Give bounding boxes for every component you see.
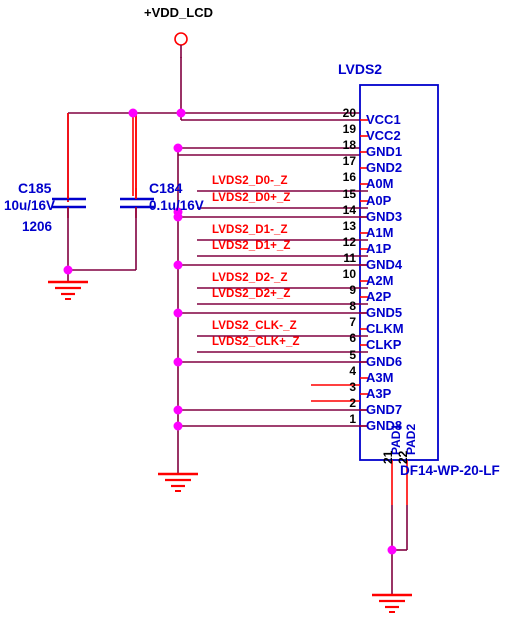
junction-dot-pin-8 xyxy=(173,308,183,318)
pad-number-22: 22 xyxy=(396,450,410,464)
pin-name-A0M: A0M xyxy=(366,176,394,191)
pin-number-17: 17 xyxy=(342,154,356,168)
c185-value: 10u/16V xyxy=(4,198,56,213)
schematic-sheet: +VDD_LCD C185 10u/16V 1206 C184 0.1u/16V… xyxy=(0,0,514,631)
pin-number-10: 10 xyxy=(342,267,356,281)
pin-number-3: 3 xyxy=(349,380,356,394)
pin-name-A3M: A3M xyxy=(366,370,394,385)
pin-number-14: 14 xyxy=(342,203,356,217)
pin-name-VCC2: VCC2 xyxy=(366,128,401,143)
ground-symbol-caps xyxy=(48,280,88,300)
pin-name-A3P: A3P xyxy=(366,386,392,401)
net-label-9: LVDS2_D2+_Z xyxy=(212,288,291,300)
pin-number-9: 9 xyxy=(349,283,356,297)
pin-name-GND7: GND7 xyxy=(366,402,403,417)
schematic-canvas xyxy=(48,32,439,613)
pin-number-4: 4 xyxy=(349,364,356,378)
net-label-6: LVDS2_CLK+_Z xyxy=(212,336,300,348)
pin-name-A1M: A1M xyxy=(366,225,394,240)
pin-number-1: 1 xyxy=(349,412,356,426)
junction-dot-pads xyxy=(387,545,397,555)
junction-dot-c185-vdd xyxy=(128,108,138,118)
pin-name-GND4: GND4 xyxy=(366,257,403,272)
c185-designator: C185 xyxy=(18,180,52,196)
pin-number-19: 19 xyxy=(342,122,356,136)
pad-number-21: 21 xyxy=(381,450,395,464)
net-label-15: LVDS2_D0+_Z xyxy=(212,192,291,204)
junction-dot-pin-1 xyxy=(173,421,183,431)
junction-dot-vdd-trunk xyxy=(176,108,186,118)
power-net-label: +VDD_LCD xyxy=(144,5,213,20)
pad-pin-lines xyxy=(391,460,408,595)
pin-number-11: 11 xyxy=(343,251,356,265)
pin-name-GND6: GND6 xyxy=(366,354,403,369)
pin-number-15: 15 xyxy=(342,187,356,201)
pin-name-VCC1: VCC1 xyxy=(366,112,401,127)
pin-number-7: 7 xyxy=(349,315,356,329)
net-label-16: LVDS2_D0-_Z xyxy=(212,175,288,187)
power-port-vdd-lcd xyxy=(174,32,188,58)
pin-name-GND2: GND2 xyxy=(366,160,403,175)
pin-name-A1P: A1P xyxy=(366,241,392,256)
pin-number-13: 13 xyxy=(342,219,356,233)
pin-number-16: 16 xyxy=(342,170,356,184)
pin-name-A2P: A2P xyxy=(366,289,392,304)
pin-name-A0P: A0P xyxy=(366,193,392,208)
pin-number-20: 20 xyxy=(342,106,356,120)
capacitor-c185-symbol xyxy=(52,196,86,218)
pin-number-6: 6 xyxy=(349,331,356,345)
pin-number-2: 2 xyxy=(349,396,356,410)
junction-dot-pin-2 xyxy=(173,405,183,415)
pin-name-GND3: GND3 xyxy=(366,209,403,224)
c184-value: 0.1u/16V xyxy=(149,198,204,213)
pin-name-GND1: GND1 xyxy=(366,144,403,159)
connector-footprint: DF14-WP-20-LF xyxy=(400,463,500,478)
pin-number-18: 18 xyxy=(342,138,356,152)
junction-dot-pin-11 xyxy=(173,260,183,270)
pin-name-A2M: A2M xyxy=(366,273,394,288)
net-label-7: LVDS2_CLK-_Z xyxy=(212,320,297,332)
pin-number-8: 8 xyxy=(349,299,356,313)
junction-dot-cap-gnd xyxy=(63,265,73,275)
net-label-12: LVDS2_D1+_Z xyxy=(212,240,291,252)
net-label-13: LVDS2_D1-_Z xyxy=(212,224,288,236)
net-label-10: LVDS2_D2-_Z xyxy=(212,272,288,284)
junction-dot-pin-5 xyxy=(173,357,183,367)
pin-name-CLKM: CLKM xyxy=(366,321,404,336)
c185-package: 1206 xyxy=(22,219,53,234)
c184-designator: C184 xyxy=(149,180,183,196)
connector-designator: LVDS2 xyxy=(338,61,383,77)
ground-symbol-pads xyxy=(372,593,412,613)
ground-symbol-connector xyxy=(158,472,198,492)
pin-number-12: 12 xyxy=(342,235,356,249)
pin-name-GND5: GND5 xyxy=(366,305,403,320)
pin-name-CLKP: CLKP xyxy=(366,337,402,352)
pin-number-5: 5 xyxy=(349,348,356,362)
junction-dot-gnd-bus-top xyxy=(173,143,183,153)
